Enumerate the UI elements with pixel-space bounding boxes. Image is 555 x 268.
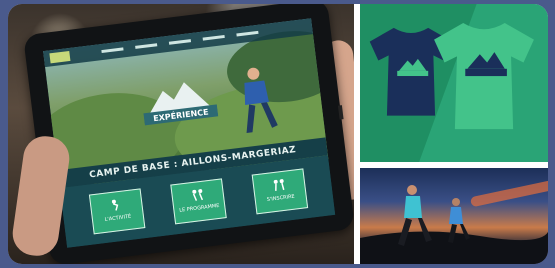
program-button[interactable]: LE PROGRAMME [170,178,227,225]
site-logo [49,50,71,64]
tablet-screen: EXPÉRIENCE CAMP DE BASE : AILLONS-MARGER… [43,18,336,248]
nav-item[interactable] [202,34,225,41]
button-label: LE PROGRAMME [179,202,220,214]
nav-item[interactable] [168,39,192,45]
button-label: S'INSCRIRE [266,193,296,203]
activity-button[interactable]: L'ACTIVITÉ [88,188,146,235]
mountain-badge-icon: EXPÉRIENCE [143,82,219,126]
tablet-photo: EXPÉRIENCE CAMP DE BASE : AILLONS-MARGER… [8,4,354,264]
runners-icon [273,179,285,191]
collage-frame: EXPÉRIENCE CAMP DE BASE : AILLONS-MARGER… [8,4,548,264]
green-tshirt-icon [434,23,534,130]
nav-item[interactable] [101,47,124,54]
button-label: L'ACTIVITÉ [104,213,132,223]
tshirts-photo [360,4,548,162]
register-button[interactable]: S'INSCRIRE [251,168,309,215]
runners-scene [360,185,548,264]
nav-item[interactable] [236,30,259,37]
runners-icon [192,189,204,201]
runner-icon [111,199,119,211]
runners-photo [360,168,548,264]
nav-item[interactable] [135,43,158,49]
tablet-device: EXPÉRIENCE CAMP DE BASE : AILLONS-MARGER… [23,4,354,264]
